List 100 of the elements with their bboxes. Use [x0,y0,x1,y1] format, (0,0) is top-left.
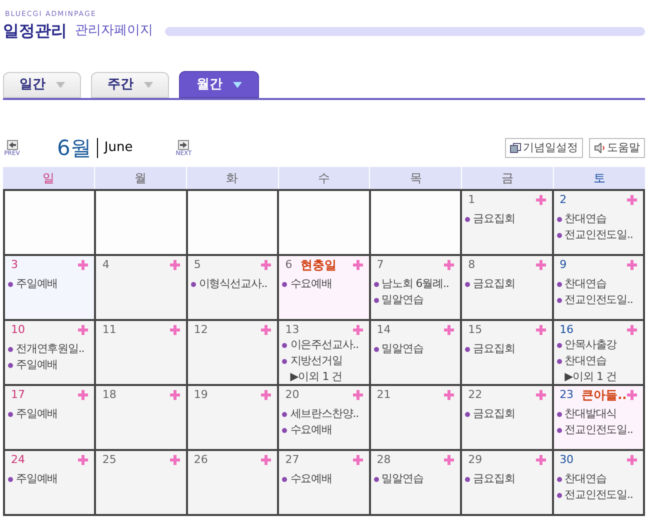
day-cell[interactable]: 4 [96,256,186,319]
add-icon[interactable] [78,325,88,335]
event-link[interactable]: 수요예배 [290,470,332,488]
add-icon[interactable] [352,260,363,270]
add-icon[interactable] [352,325,363,335]
event-link[interactable]: 전개연후원일.. [16,340,84,358]
day-cell[interactable] [370,191,460,254]
day-cell[interactable]: 24 주일예배 [5,451,94,514]
day-cell[interactable]: 6 현충일 수요예배 [279,256,369,319]
add-icon[interactable] [536,455,546,465]
add-icon[interactable] [444,325,454,335]
event-link[interactable]: 주일예배 [16,470,58,488]
day-cell[interactable]: 17 주일예배 [5,386,94,449]
event-link[interactable]: 밀알연습 [382,470,424,488]
day-cell[interactable]: 29 금요집회 [462,451,552,514]
day-cell[interactable]: 12 [188,321,278,384]
add-icon[interactable] [627,325,637,335]
add-icon[interactable] [536,260,546,270]
day-cell[interactable]: 10 전개연후원일.. 주일예배 [5,321,94,384]
day-cell[interactable]: 23 큰아들.. 찬대발대식 전교인전도일.. [554,386,643,449]
day-cell[interactable]: 19 [188,386,278,449]
day-cell[interactable]: 18 [96,386,186,449]
add-icon[interactable] [352,455,363,465]
event-link[interactable]: 안목사출강 [564,336,617,354]
add-icon[interactable] [352,390,363,400]
day-cell[interactable]: 26 [188,451,278,514]
day-cell[interactable] [96,191,186,254]
day-cell[interactable]: 7 남노회 6월례.. 밀알연습 [370,256,460,319]
add-icon[interactable] [627,195,637,205]
day-cell[interactable]: 25 [96,451,186,514]
add-icon[interactable] [261,390,272,400]
add-icon[interactable] [444,260,454,270]
day-cell[interactable]: 3 주일예배 [5,256,94,319]
add-icon[interactable] [78,260,88,270]
event-link[interactable]: 주일예배 [16,276,58,292]
add-icon[interactable] [78,455,88,465]
add-icon[interactable] [261,325,272,335]
event-link[interactable]: 이은주선교사.. [290,336,358,354]
event-link[interactable]: 주일예배 [16,406,58,422]
more-events-link[interactable]: ▶이외 1 건 [290,369,342,384]
day-cell[interactable]: 22 금요집회 [462,386,552,449]
day-cell[interactable]: 27 수요예배 [279,451,369,514]
event-link[interactable]: 찬대연습 [564,352,606,370]
day-cell[interactable]: 30 찬대연습 전교인전도일.. [554,451,643,514]
event-link[interactable]: 주일예배 [16,356,58,374]
event-link[interactable]: 이형식선교사.. [198,276,268,292]
event-link[interactable]: 금요집회 [473,210,515,228]
event-link[interactable]: 찬대연습 [564,276,606,292]
event-link[interactable]: 지방선거일 [290,352,342,370]
add-icon[interactable] [170,260,180,270]
tab[interactable]: 월간 [179,71,259,98]
event-link[interactable]: 금요집회 [473,276,515,292]
day-cell[interactable]: 2 찬대연습 전교인전도일.. [554,191,643,254]
event-link[interactable]: 찬대연습 [564,470,606,488]
anniversary-button[interactable]: 기념일설정 [505,138,583,158]
day-cell[interactable] [5,191,94,254]
add-icon[interactable] [444,390,454,400]
add-icon[interactable] [536,390,546,400]
add-icon[interactable] [261,260,272,270]
add-icon[interactable] [78,390,88,400]
add-icon[interactable] [536,325,546,335]
add-icon[interactable] [444,455,454,465]
event-link[interactable]: 금요집회 [473,406,515,422]
event-link[interactable]: 세브란스찬양.. [290,406,358,422]
day-cell[interactable]: 1 금요집회 [462,191,552,254]
day-cell[interactable]: 11 [96,321,186,384]
day-cell[interactable] [279,191,369,254]
add-icon[interactable] [170,455,180,465]
tab[interactable]: 일간 [3,72,81,98]
add-icon[interactable] [170,390,180,400]
day-cell[interactable]: 14 밀알연습 [370,321,460,384]
day-cell[interactable]: 28 밀알연습 [370,451,460,514]
add-icon[interactable] [627,455,637,465]
day-cell[interactable]: 9 찬대연습 전교인전도일.. [554,256,643,319]
event-link[interactable]: 금요집회 [473,470,515,488]
day-cell[interactable]: 21 [370,386,460,449]
day-cell[interactable]: 16 안목사출강 찬대연습 ▶이외 1 건 [554,321,643,384]
day-cell[interactable]: 13 이은주선교사.. 지방선거일 ▶이외 1 건 [279,321,369,384]
event-link[interactable]: 밀알연습 [382,340,424,358]
day-cell[interactable]: 20 세브란스찬양.. 수요예배 [279,386,369,449]
add-icon[interactable] [627,390,637,400]
add-icon[interactable] [627,260,637,270]
add-icon[interactable] [261,455,272,465]
event-link[interactable]: 수요예배 [290,276,332,292]
event-link[interactable]: 전교인전도일.. [564,422,633,438]
help-button[interactable]: 도움말 [589,138,645,158]
event-link[interactable]: 금요집회 [473,340,515,358]
event-link[interactable]: 전교인전도일.. [564,292,633,308]
event-link[interactable]: 밀알연습 [382,292,424,308]
day-cell[interactable]: 15 금요집회 [462,321,552,384]
event-link[interactable]: 수요예배 [290,422,332,438]
add-icon[interactable] [170,325,180,335]
more-events-link[interactable]: ▶이외 1 건 [564,369,617,384]
event-link[interactable]: 남노회 6월례.. [382,276,449,292]
day-cell[interactable]: 8 금요집회 [462,256,552,319]
event-link[interactable]: 찬대발대식 [564,406,617,422]
add-icon[interactable] [536,195,546,205]
day-cell[interactable]: 5 이형식선교사.. [188,256,278,319]
event-link[interactable]: 전교인전도일.. [564,486,633,504]
event-link[interactable]: 전교인전도일.. [564,226,633,244]
